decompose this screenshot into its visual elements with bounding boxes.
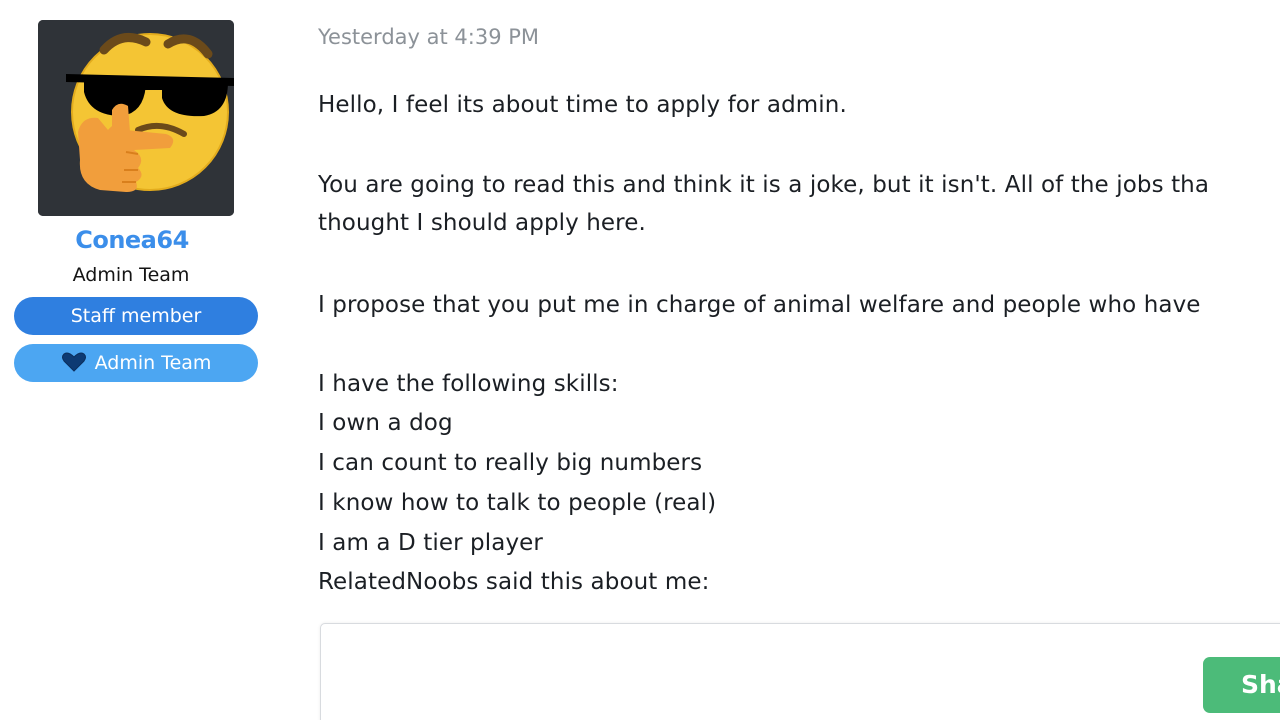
embedded-media-box xyxy=(320,623,1280,720)
admin-team-label: Admin Team xyxy=(94,352,212,374)
post-line: Hello, I feel its about time to apply fo… xyxy=(318,92,847,118)
staff-member-label: Staff member xyxy=(70,305,202,327)
post-line: I know how to talk to people (real) xyxy=(318,490,717,516)
post-line: thought I should apply here. xyxy=(318,210,646,236)
thinking-emoji-sunglasses-icon xyxy=(38,20,234,216)
user-sidebar: Conea64 Admin Team Staff member Admin Te… xyxy=(0,0,270,720)
heart-icon xyxy=(61,352,86,372)
post-line: I have the following skills: xyxy=(318,371,619,397)
user-avatar[interactable] xyxy=(38,20,234,216)
post-line: I am a D tier player xyxy=(318,530,543,556)
username-link[interactable]: Conea64 xyxy=(0,226,264,254)
post-timestamp[interactable]: Yesterday at 4:39 PM xyxy=(318,25,539,49)
post-line: I own a dog xyxy=(318,410,453,436)
post-line: I propose that you put me in charge of a… xyxy=(318,292,1201,318)
share-button[interactable]: Sha xyxy=(1203,657,1280,713)
user-title: Admin Team xyxy=(72,264,190,286)
forum-post: Conea64 Admin Team Staff member Admin Te… xyxy=(0,0,1280,720)
staff-member-banner: Staff member xyxy=(14,297,258,335)
post-line: I can count to really big numbers xyxy=(318,450,703,476)
admin-team-banner: Admin Team xyxy=(14,344,258,382)
message-body: Yesterday at 4:39 PM Hello, I feel its a… xyxy=(318,0,1280,720)
post-line: RelatedNoobs said this about me: xyxy=(318,569,710,595)
post-line: You are going to read this and think it … xyxy=(318,172,1210,198)
